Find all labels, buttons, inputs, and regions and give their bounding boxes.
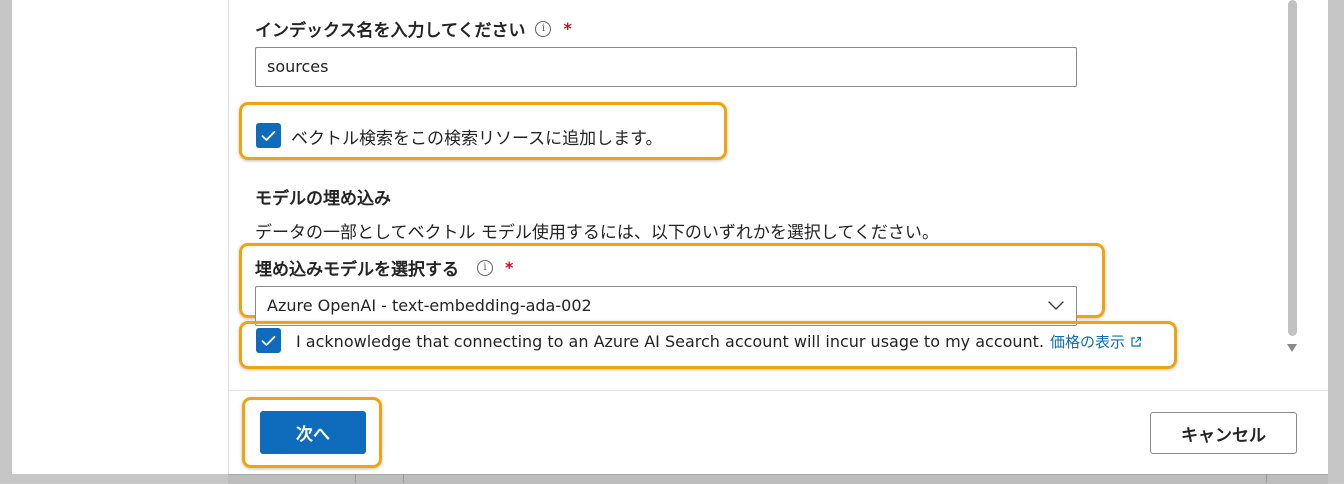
footer-divider xyxy=(229,390,1328,391)
required-mark: * xyxy=(505,258,514,277)
scroll-down-arrow-icon[interactable] xyxy=(1287,344,1297,352)
checkmark-icon xyxy=(261,335,276,346)
panel-divider xyxy=(228,0,229,474)
embedding-model-label-text: 埋め込みモデルを選択する xyxy=(255,260,459,280)
index-name-label: インデックス名を入力してください i * xyxy=(255,16,572,41)
acknowledge-text[interactable]: I acknowledge that connecting to an Azur… xyxy=(296,332,1044,351)
chevron-down-icon xyxy=(1048,301,1064,310)
embedding-model-dropdown[interactable]: Azure OpenAI - text-embedding-ada-002 xyxy=(255,286,1077,326)
embedding-model-label: 埋め込みモデルを選択する i * xyxy=(255,255,513,280)
backdrop-divider xyxy=(403,474,404,483)
scrollbar-thumb[interactable] xyxy=(1288,0,1297,336)
external-link-icon[interactable] xyxy=(1130,336,1142,348)
backdrop-divider xyxy=(355,474,356,483)
next-button[interactable]: 次へ xyxy=(260,411,366,454)
embedding-model-selected: Azure OpenAI - text-embedding-ada-002 xyxy=(267,296,592,315)
info-icon[interactable]: i xyxy=(477,259,493,276)
checkmark-icon xyxy=(261,130,276,141)
backdrop-divider xyxy=(1266,474,1267,483)
vector-search-checkbox[interactable] xyxy=(256,123,281,148)
info-icon[interactable]: i xyxy=(535,20,552,37)
acknowledge-checkbox[interactable] xyxy=(256,328,281,353)
index-name-input[interactable]: sources xyxy=(255,47,1077,87)
vector-search-label[interactable]: ベクトル検索をこの検索リソースに追加します。 xyxy=(291,124,662,149)
cancel-button[interactable]: キャンセル xyxy=(1150,412,1297,454)
pricing-link[interactable]: 価格の表示 xyxy=(1050,331,1125,352)
acknowledge-row: I acknowledge that connecting to an Azur… xyxy=(296,331,1142,352)
index-name-label-text: インデックス名を入力してください xyxy=(255,21,526,41)
embedding-section-description: データの一部としてベクトル モデル使用するには、以下のいずれかを選択してください… xyxy=(255,223,939,243)
embedding-section-title: モデルの埋め込み xyxy=(255,189,391,209)
required-mark: * xyxy=(563,19,572,38)
